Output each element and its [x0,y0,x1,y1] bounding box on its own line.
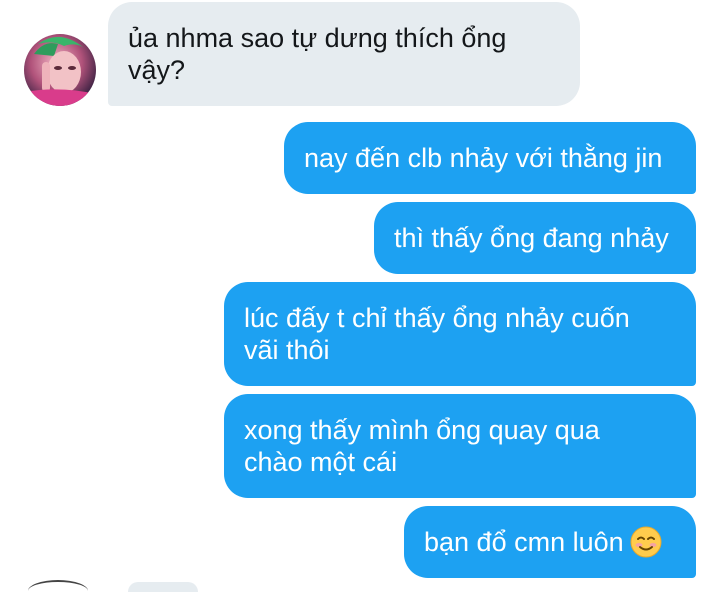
contact-avatar[interactable] [24,34,96,106]
message-text: xong thấy mình ổng quay qua chào một cái [244,415,600,477]
message-outgoing[interactable]: thì thấy ổng đang nhảy [374,202,696,274]
chat-thread: ủa nhma sao tự dưng thích ổng vậy? nay đ… [0,0,720,592]
message-outgoing[interactable]: xong thấy mình ổng quay qua chào một cái [224,394,696,498]
message-outgoing[interactable]: nay đến clb nhảy với thằng jin [284,122,696,194]
message-text: nay đến clb nhảy với thằng jin [304,143,663,173]
avatar-photo [24,34,96,106]
next-avatar-partial [28,580,88,602]
next-message-partial [128,582,198,592]
message-outgoing[interactable]: bạn đổ cmn luôn [404,506,696,578]
message-outgoing[interactable]: lúc đấy t chỉ thấy ổng nhảy cuốn vãi thô… [224,282,696,386]
message-incoming[interactable]: ủa nhma sao tự dưng thích ổng vậy? [108,2,580,106]
message-text: bạn đổ cmn luôn [424,527,624,557]
message-text: ủa nhma sao tự dưng thích ổng vậy? [128,23,507,85]
smiling-face-icon [630,526,662,558]
message-text: thì thấy ổng đang nhảy [394,223,669,253]
message-text: lúc đấy t chỉ thấy ổng nhảy cuốn vãi thô… [244,303,630,365]
